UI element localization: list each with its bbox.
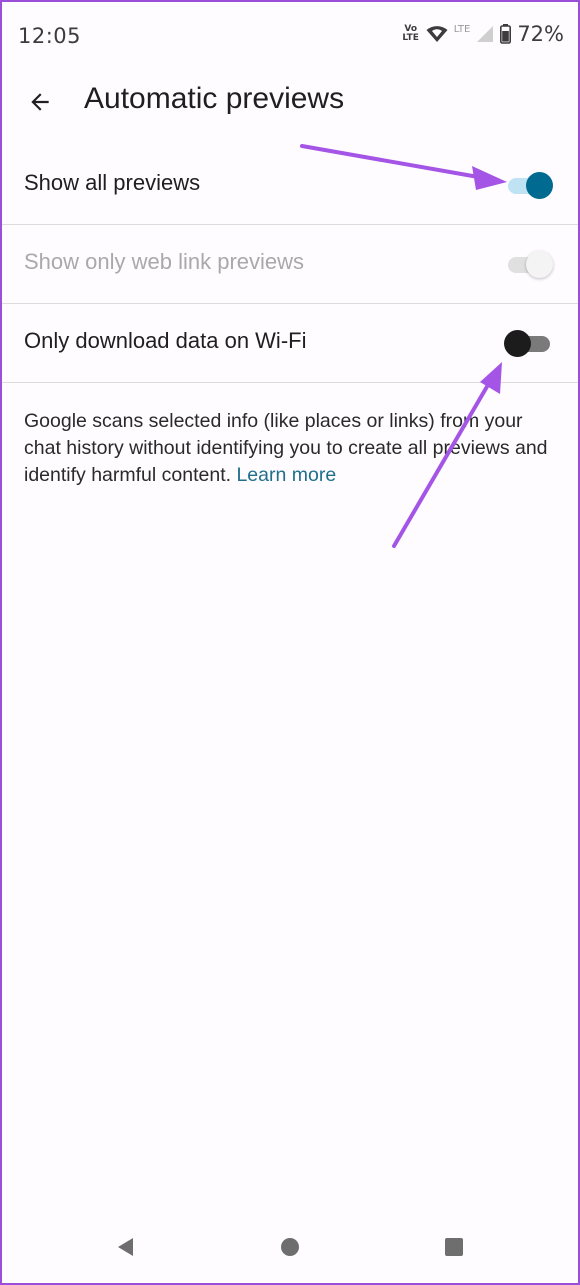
setting-row-wifi-only[interactable]: Only download data on Wi-Fi [2, 304, 578, 383]
show-all-previews-toggle[interactable] [508, 171, 553, 199]
toggle-thumb [504, 330, 531, 357]
setting-label: Show only web link previews [24, 249, 305, 274]
toggle-thumb [526, 251, 553, 278]
volte-label-bottom: LTE [402, 33, 419, 43]
setting-row-web-link-previews: Show only web link previews [2, 225, 578, 304]
status-time: 12:05 [18, 24, 82, 48]
nav-home-button[interactable] [272, 1229, 308, 1265]
toggle-thumb [526, 172, 553, 199]
previews-description: Google scans selected info (like places … [24, 408, 554, 489]
web-link-previews-toggle [508, 250, 553, 278]
triangle-back-icon [118, 1238, 133, 1256]
nav-back-button[interactable] [108, 1229, 144, 1265]
setting-label: Only download data on Wi-Fi [24, 328, 307, 353]
signal-icon [477, 26, 494, 42]
circle-home-icon [281, 1238, 299, 1256]
screen: 12:05 Vo LTE LTE 72% Automatic previews … [0, 0, 580, 1285]
navigation-bar [2, 1213, 578, 1283]
status-icons: Vo LTE LTE 72% [402, 22, 564, 46]
wifi-only-toggle[interactable] [504, 329, 552, 357]
arrow-back-icon [31, 93, 49, 111]
battery-percent: 72% [517, 22, 564, 46]
page-title: Automatic previews [84, 82, 345, 115]
app-bar: Automatic previews [2, 76, 578, 132]
nav-recents-button[interactable] [436, 1229, 472, 1265]
lte-label: LTE [453, 23, 471, 35]
learn-more-link[interactable]: Learn more [236, 464, 336, 486]
status-bar: 12:05 Vo LTE LTE 72% [2, 2, 578, 72]
volte-icon: Vo LTE [402, 25, 420, 43]
back-button[interactable] [18, 80, 62, 124]
setting-label: Show all previews [24, 170, 201, 195]
wifi-icon [426, 26, 448, 42]
setting-row-show-all-previews[interactable]: Show all previews [2, 146, 578, 225]
square-recents-icon [445, 1238, 463, 1256]
battery-icon [500, 24, 512, 44]
